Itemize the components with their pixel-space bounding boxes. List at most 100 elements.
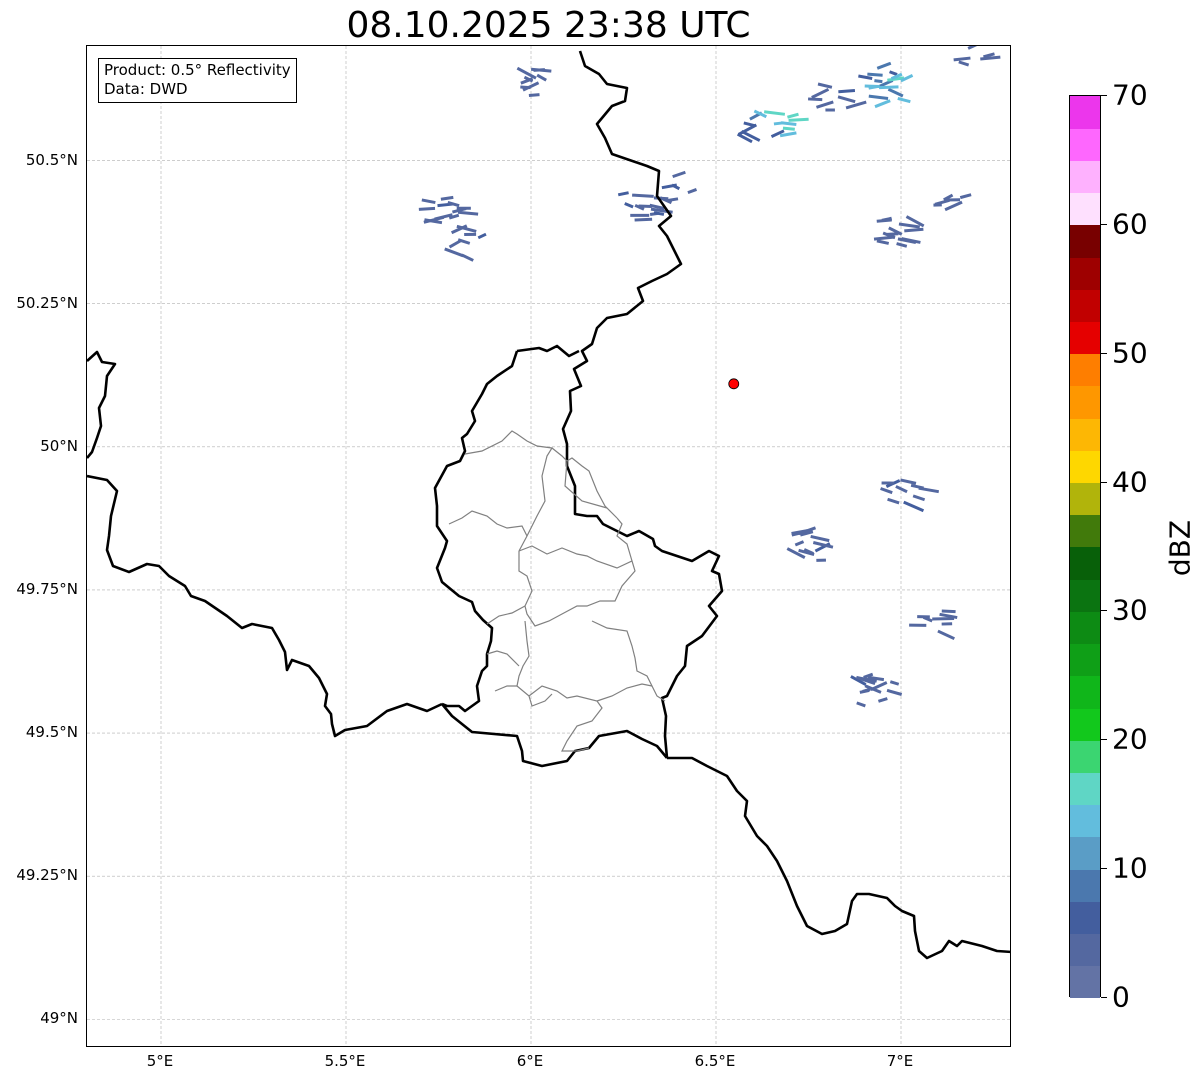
echo-cell	[780, 121, 797, 127]
echo-cell	[444, 247, 464, 258]
colorbar-segment	[1070, 192, 1100, 226]
radar-echo	[418, 195, 479, 233]
colorbar-tick-label: 10	[1112, 851, 1148, 885]
echo-cell	[897, 96, 911, 104]
colorbar-segment	[1070, 385, 1100, 419]
colorbar-tick	[1101, 868, 1107, 870]
echo-cell	[825, 108, 835, 112]
echo-cell	[912, 494, 926, 502]
echo-cell	[880, 487, 893, 495]
colorbar-segment	[1070, 257, 1100, 290]
echo-cell	[873, 235, 896, 241]
colorbar-segment	[1070, 418, 1100, 451]
colorbar-tick-label: 70	[1112, 78, 1148, 112]
lon-tick-label: 5°E	[146, 1052, 174, 1070]
echo-cell	[536, 73, 547, 82]
lat-tick-label: 50.25°N	[16, 293, 78, 312]
colorbar-segment	[1070, 643, 1100, 677]
echo-cell	[937, 629, 955, 641]
echo-cell	[889, 680, 900, 686]
echo-cell	[457, 210, 479, 216]
echo-cell	[904, 227, 924, 233]
echo-cell	[967, 46, 985, 50]
echo-cell	[895, 485, 908, 494]
echo-cell	[528, 93, 540, 98]
echo-cell	[624, 202, 634, 209]
colorbar-segment	[1070, 353, 1100, 387]
border-germany-belgium-lux	[561, 50, 724, 759]
echo-cell	[794, 540, 805, 547]
colorbar-segment	[1070, 514, 1100, 548]
echo-cell	[837, 95, 856, 104]
echo-cell	[448, 238, 463, 249]
radar-echo	[933, 193, 972, 212]
lat-tick-label: 50°N	[40, 436, 78, 455]
radar-echo	[909, 609, 958, 641]
lat-tick-label: 49.75°N	[16, 579, 78, 598]
echo-cell	[917, 615, 930, 619]
colorbar-segment	[1070, 611, 1100, 645]
echo-cell	[909, 623, 927, 627]
echo-cell	[440, 195, 454, 201]
echo-cell	[763, 110, 786, 116]
echo-cell	[815, 100, 834, 109]
colorbar-tick	[1101, 95, 1107, 96]
colorbar-tick	[1101, 481, 1107, 483]
colorbar-segment	[1070, 836, 1100, 870]
lon-tick-label: 5.5°E	[324, 1052, 366, 1070]
colorbar-tick-label: 0	[1112, 980, 1130, 1014]
colorbar-segment	[1070, 289, 1100, 322]
echo-cell	[874, 79, 883, 84]
radar-echo	[516, 66, 552, 98]
colorbar-segment	[1070, 675, 1100, 709]
colorbar-segment	[1070, 901, 1100, 935]
graticule	[87, 46, 1010, 1046]
echo-cell	[743, 121, 756, 128]
echo-cell	[953, 56, 971, 62]
echo-cell	[447, 201, 460, 208]
echo-cell	[886, 688, 903, 696]
colorbar-segment	[1070, 965, 1100, 999]
colorbar-segment	[1070, 933, 1100, 967]
echo-cell	[887, 497, 900, 505]
map-panel[interactable]	[86, 45, 1011, 1047]
colorbar-segment	[1070, 579, 1100, 612]
echo-cell	[876, 61, 892, 70]
radar-map[interactable]	[87, 46, 1011, 1047]
echo-cell	[958, 60, 970, 67]
radar-echo	[850, 672, 903, 708]
radar-site-marker[interactable]	[728, 378, 740, 390]
echo-cell	[786, 547, 806, 559]
echo-cell	[868, 94, 889, 100]
country-borders	[87, 50, 1010, 960]
lat-tick-label: 50.5°N	[25, 150, 78, 169]
colorbar-segment	[1070, 708, 1100, 741]
colorbar-segment	[1070, 224, 1100, 258]
map-title: 08.10.2025 23:38 UTC	[346, 5, 751, 46]
lat-tick-label: 49°N	[40, 1009, 78, 1028]
radar-echo	[953, 46, 1001, 67]
echo-cell	[881, 481, 895, 485]
colorbar-tick	[1101, 739, 1107, 741]
colorbar-tick	[1101, 352, 1107, 354]
echo-cell	[788, 117, 809, 122]
border-france-germany	[667, 756, 1010, 960]
radar-echo	[873, 215, 925, 248]
echo-cell	[896, 242, 908, 248]
echo-cell	[959, 193, 972, 200]
lat-tick-label: 49.25°N	[16, 866, 78, 885]
colorbar-tick-label: 50	[1112, 336, 1148, 370]
echo-cell	[941, 622, 953, 626]
colorbar-segment	[1070, 321, 1100, 355]
echo-cell	[903, 500, 925, 513]
colorbar-tick	[1101, 997, 1107, 998]
colorbar-tick-label: 30	[1112, 593, 1148, 627]
echo-cell	[687, 188, 698, 195]
colorbar-tick-label: 40	[1112, 465, 1148, 499]
echo-cell	[477, 232, 487, 240]
echo-cell	[811, 87, 830, 99]
border-luxembourg-south	[441, 703, 668, 768]
border-france-belgium	[87, 474, 443, 738]
echo-cell	[816, 558, 826, 562]
echo-cell	[910, 483, 924, 490]
